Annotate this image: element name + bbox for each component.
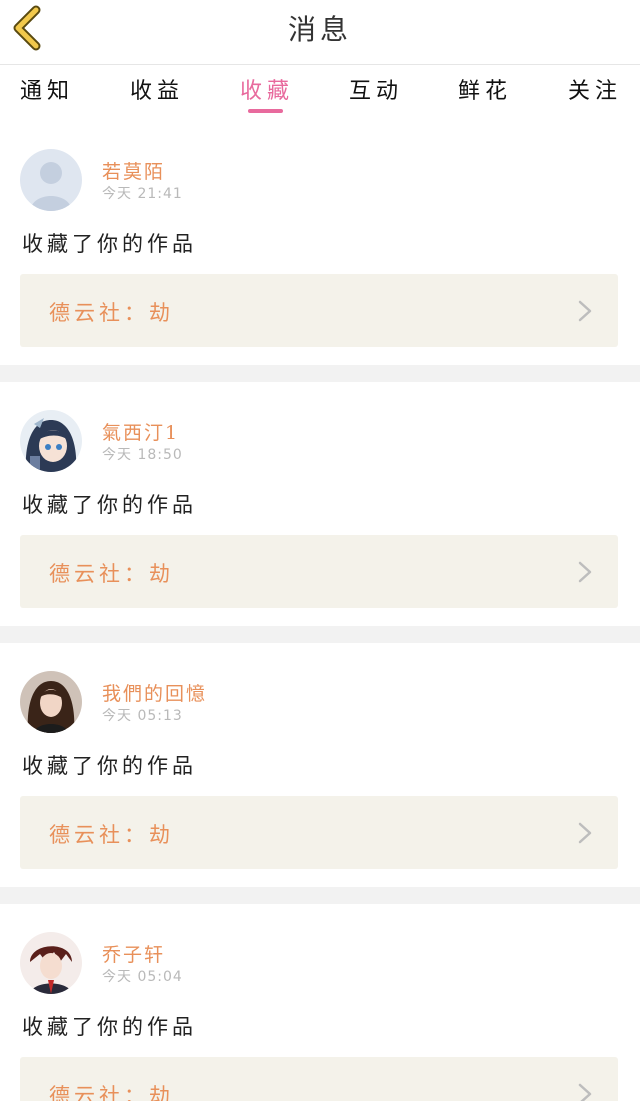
chevron-right-icon	[578, 822, 592, 844]
timestamp: 今天 05:04	[102, 969, 183, 985]
default-avatar-icon	[20, 149, 82, 211]
tab-interactions[interactable]: 互动	[321, 73, 431, 105]
message-item: 若莫陌 今天 21:41 收藏了你的作品 德云社：劫	[0, 121, 640, 365]
anime-boy-avatar-icon	[20, 932, 82, 994]
tab-following[interactable]: 关注	[540, 73, 640, 105]
divider	[0, 365, 640, 382]
message-list: 若莫陌 今天 21:41 收藏了你的作品 德云社：劫 氣西汀1 今天 18:50…	[0, 121, 640, 1101]
avatar[interactable]	[20, 410, 82, 472]
username[interactable]: 氣西汀1	[102, 418, 179, 445]
work-title: 德云社：劫	[49, 301, 174, 325]
work-title: 德云社：劫	[49, 562, 174, 586]
header-bar: 消息	[0, 0, 640, 65]
action-text: 收藏了你的作品	[22, 754, 197, 778]
app-screen: 消息 通知 收益 收藏 互动 鲜花 关注 若莫陌 今天 21:41 收藏了你的作…	[0, 0, 640, 1101]
tab-earnings[interactable]: 收益	[102, 73, 212, 105]
page-title: 消息	[287, 13, 352, 46]
work-card[interactable]: 德云社：劫	[20, 1057, 618, 1101]
work-card[interactable]: 德云社：劫	[20, 274, 618, 347]
timestamp: 今天 05:13	[102, 708, 183, 724]
avatar[interactable]	[20, 932, 82, 994]
active-tab-indicator	[248, 109, 283, 113]
work-card[interactable]: 德云社：劫	[20, 796, 618, 869]
message-item: 乔子轩 今天 05:04 收藏了你的作品 德云社：劫	[0, 904, 640, 1101]
avatar[interactable]	[20, 149, 82, 211]
chevron-right-icon	[578, 1083, 592, 1101]
chevron-right-icon	[578, 300, 592, 322]
username[interactable]: 若莫陌	[102, 157, 165, 184]
action-text: 收藏了你的作品	[22, 493, 197, 517]
action-text: 收藏了你的作品	[22, 1015, 197, 1039]
divider	[0, 887, 640, 904]
chevron-right-icon	[578, 561, 592, 583]
work-title: 德云社：劫	[49, 823, 174, 847]
timestamp: 今天 21:41	[102, 186, 183, 202]
tab-favorites[interactable]: 收藏	[212, 73, 322, 105]
tab-bar: 通知 收益 收藏 互动 鲜花 关注	[0, 65, 640, 121]
tab-notifications[interactable]: 通知	[0, 73, 102, 105]
timestamp: 今天 18:50	[102, 447, 183, 463]
tab-flowers[interactable]: 鲜花	[430, 73, 540, 105]
action-text: 收藏了你的作品	[22, 232, 197, 256]
message-item: 我們的回憶 今天 05:13 收藏了你的作品 德云社：劫	[0, 643, 640, 887]
work-title: 德云社：劫	[49, 1084, 174, 1101]
message-item: 氣西汀1 今天 18:50 收藏了你的作品 德云社：劫	[0, 382, 640, 626]
username[interactable]: 乔子轩	[102, 940, 165, 967]
woman-photo-avatar-icon	[20, 671, 82, 733]
anime-girl-avatar-icon	[20, 410, 82, 472]
work-card[interactable]: 德云社：劫	[20, 535, 618, 608]
username[interactable]: 我們的回憶	[102, 679, 207, 706]
divider	[0, 626, 640, 643]
avatar[interactable]	[20, 671, 82, 733]
